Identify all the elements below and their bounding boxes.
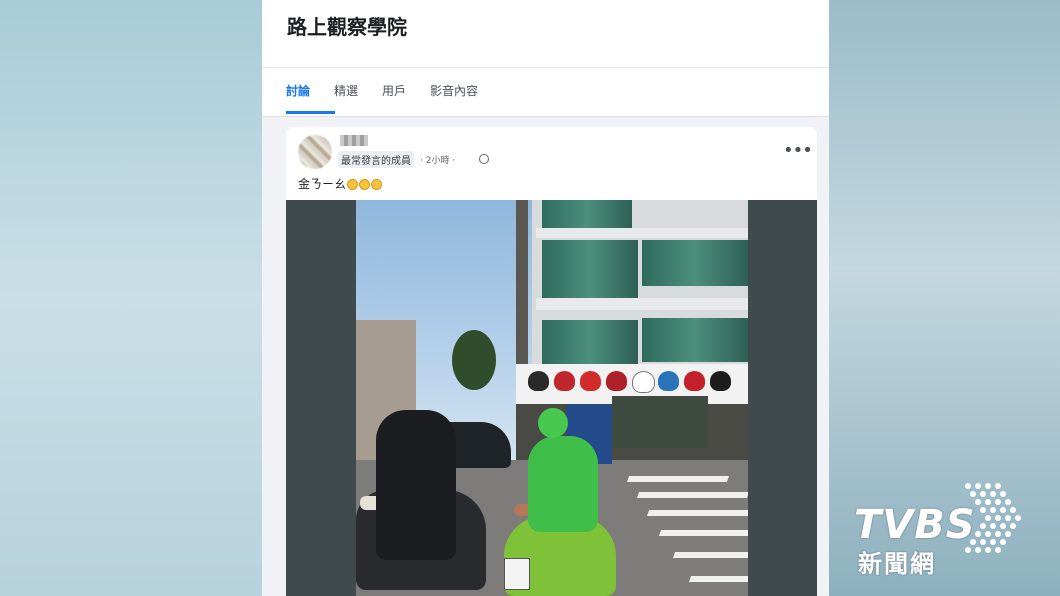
photo-helmet	[528, 371, 549, 391]
photo-crosswalk-stripe	[626, 476, 730, 482]
photo-helmet	[580, 371, 601, 391]
photo-green-helmet	[538, 408, 568, 438]
photo-crosswalk-stripe	[646, 510, 748, 516]
post-text: 金ㄋㄧㄠ	[298, 175, 383, 192]
author-name-blurred[interactable]	[340, 135, 368, 146]
photo-truck-bed	[612, 396, 708, 448]
photo-window	[542, 320, 638, 364]
photo-tree	[452, 330, 496, 390]
tab-media[interactable]: 影音內容	[430, 82, 478, 99]
group-title: 路上觀察學院	[287, 15, 407, 39]
group-panel: 路上觀察學院 討論 精選 用戶 影音內容 最常發言的成員 · 2小時 · •••…	[262, 0, 829, 596]
photo-ledge	[536, 298, 748, 310]
group-header: 路上觀察學院 討論 精選 用戶 影音內容	[262, 0, 829, 117]
photo-window	[542, 240, 638, 298]
photo-helmet	[684, 371, 705, 391]
tab-featured[interactable]: 精選	[334, 82, 358, 99]
more-options-icon[interactable]: •••	[783, 140, 813, 161]
post-time[interactable]: · 2小時 ·	[420, 153, 455, 166]
photo-green-rider	[528, 436, 598, 532]
photo-window	[642, 240, 748, 286]
background-left	[0, 0, 262, 596]
photo-crosswalk-stripe	[688, 576, 748, 582]
photo-helmet	[606, 371, 627, 391]
photo-helmet	[710, 371, 731, 391]
logo-text: TVBS	[854, 502, 976, 548]
globe-icon	[479, 154, 489, 164]
logo-subtitle: 新聞網	[858, 550, 936, 578]
photo-crosswalk-stripe	[672, 552, 748, 558]
photo-window	[542, 200, 632, 228]
clap-emoji-icon	[371, 179, 383, 190]
clap-emoji-icon	[359, 179, 371, 190]
group-tabs: 討論 精選 用戶 影音內容	[286, 82, 502, 99]
photo-window	[642, 318, 748, 362]
post-photo-frame[interactable]	[286, 200, 817, 596]
photo-crosswalk-stripe	[658, 530, 748, 536]
post-text-content: 金ㄋㄧㄠ	[298, 177, 347, 191]
post-photo[interactable]	[356, 200, 748, 596]
post-card: 最常發言的成員 · 2小時 · ••• 金ㄋㄧㄠ	[286, 127, 817, 596]
active-tab-indicator	[286, 111, 335, 114]
photo-ledge	[536, 228, 748, 238]
tab-discussion[interactable]: 討論	[286, 82, 310, 99]
photo-helmet	[658, 371, 679, 391]
header-divider	[262, 67, 829, 68]
tvbs-logo: TVBS 新聞網	[846, 480, 1036, 580]
photo-helmet	[554, 371, 575, 391]
clap-emoji-icon	[347, 179, 359, 190]
member-badge: 最常發言的成員	[338, 151, 414, 168]
photo-black-rider	[376, 410, 456, 560]
photo-crosswalk-stripe	[636, 492, 748, 498]
photo-helmet	[632, 371, 655, 393]
photo-license-plate	[504, 558, 530, 590]
tab-members[interactable]: 用戶	[382, 82, 406, 99]
avatar[interactable]	[298, 135, 332, 169]
